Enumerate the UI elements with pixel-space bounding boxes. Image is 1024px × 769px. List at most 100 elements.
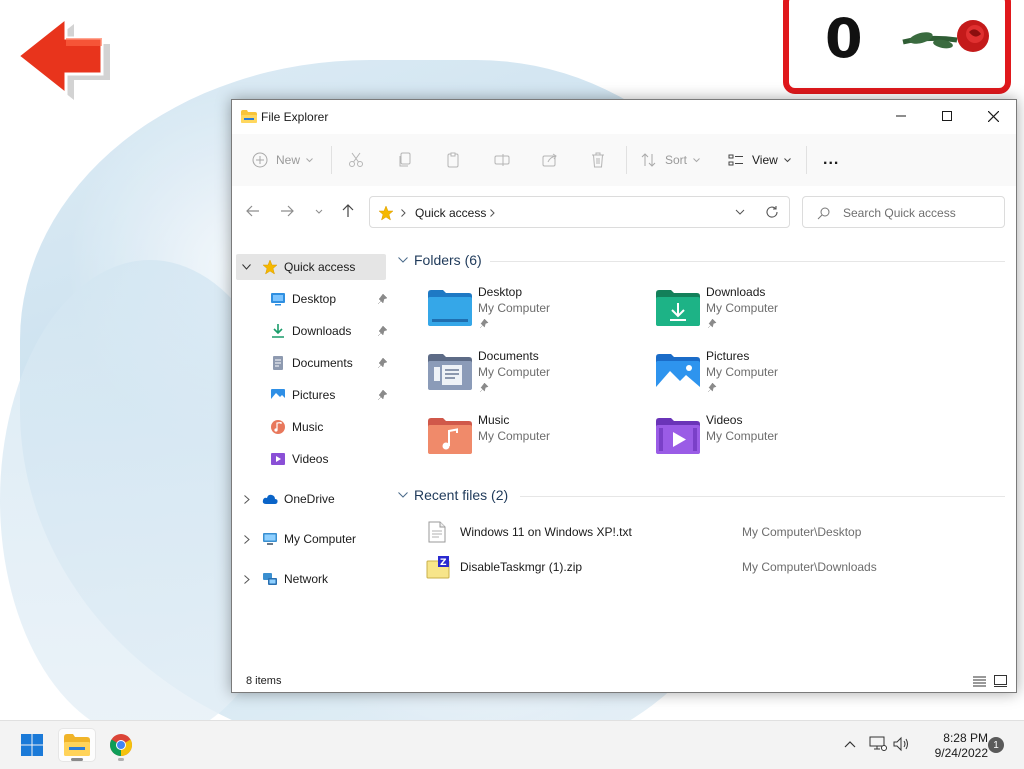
breadcrumb[interactable]: Quick access [415,206,486,220]
sidebar-item-pictures[interactable]: Pictures [236,382,388,408]
folder-tile-desktop[interactable]: Desktop My Computer [428,285,648,341]
rename-button[interactable] [494,148,510,172]
music-folder-icon [428,418,472,454]
paste-button[interactable] [445,148,461,172]
recent-files-header: Recent files (2) [414,487,509,503]
maximize-button[interactable] [924,100,970,132]
folder-tile-pictures[interactable]: Pictures My Computer [656,349,876,405]
svg-text:Z: Z [440,558,447,568]
folder-name: Music [478,413,510,427]
details-view-icon[interactable] [973,676,986,687]
share-button[interactable] [542,148,558,172]
folder-location: My Computer [478,301,551,315]
recent-file-row[interactable]: Z DisableTaskmgr (1).zip My Computer\Dow… [422,553,1002,583]
folder-location: My Computer [706,429,779,443]
new-label: New [276,153,301,167]
chevron-right-icon[interactable] [490,209,495,217]
sidebar-item-music[interactable]: Music [236,414,386,440]
new-button[interactable]: New [252,148,313,172]
cut-button[interactable] [348,148,364,172]
sidebar-item-downloads[interactable]: Downloads [236,318,388,344]
show-hidden-icons-icon[interactable] [844,740,856,748]
sidebar-item-label: Videos [292,452,329,466]
clock-date: 9/24/2022 [934,746,988,760]
close-button[interactable] [970,100,1016,132]
recent-file-row[interactable]: Windows 11 on Windows XP!.txt My Compute… [422,518,1002,548]
chevron-right-icon[interactable] [244,495,250,504]
folder-tile-documents[interactable]: Documents My Computer [428,349,648,405]
chevron-right-icon [401,209,406,217]
chevron-down-icon [783,157,791,162]
documents-folder-icon [428,354,472,390]
section-divider [520,496,1005,497]
notification-badge[interactable]: 1 [988,737,1004,753]
recent-locations-icon[interactable] [315,209,323,215]
sidebar-item-network[interactable]: Network [236,566,386,592]
folders-section-toggle[interactable]: Folders (6) [398,252,482,268]
trash-icon [592,152,604,168]
minimize-button[interactable] [878,100,924,132]
plus-circle-icon [252,152,268,168]
up-arrow-icon[interactable] [341,204,355,218]
search-box[interactable]: Search Quick access [802,196,1005,228]
address-history-icon[interactable] [735,209,745,215]
back-icon[interactable] [246,204,260,218]
copy-button[interactable] [397,148,413,172]
search-input[interactable]: Search Quick access [843,206,956,220]
folder-location: My Computer [478,365,551,379]
chevron-right-icon[interactable] [244,535,250,544]
file-name: Windows 11 on Windows XP!.txt [460,525,632,539]
chevron-down-icon [398,492,408,498]
sidebar-item-documents[interactable]: Documents [236,350,388,376]
cloud-icon [262,494,278,504]
star-icon [378,205,394,221]
folder-tile-videos[interactable]: Videos My Computer [656,413,876,469]
sidebar-item-my-computer[interactable]: My Computer [236,526,386,552]
sidebar-item-label: Documents [292,356,353,370]
running-indicator [118,758,124,761]
back-arrow-icon[interactable] [16,14,112,100]
more-options-button[interactable]: ... [823,148,839,172]
sidebar-item-label: Quick access [284,260,356,274]
start-button[interactable] [14,729,50,761]
sidebar-item-label: My Computer [284,532,357,546]
sort-button[interactable]: Sort [641,148,700,172]
file-location: My Computer\Downloads [742,560,877,574]
sidebar-item-quick-access[interactable]: Quick access [236,254,386,280]
network-status-icon[interactable] [869,736,887,752]
file-name: DisableTaskmgr (1).zip [460,560,583,574]
forward-icon[interactable] [280,204,294,218]
sidebar-item-label: Downloads [292,324,352,338]
taskbar-file-explorer[interactable] [59,729,95,761]
pin-icon [378,325,388,337]
folders-header: Folders (6) [414,252,482,268]
address-bar[interactable]: Quick access [369,196,790,228]
system-clock[interactable]: 8:28 PM 9/24/2022 [918,731,988,761]
chevron-right-icon[interactable] [244,575,250,584]
pictures-folder-icon [656,354,700,390]
refresh-icon[interactable] [765,205,779,219]
folder-tile-music[interactable]: Music My Computer [428,413,648,469]
sidebar-item-onedrive[interactable]: OneDrive [236,486,386,512]
recent-files-section-toggle[interactable]: Recent files (2) [398,487,508,503]
volume-icon[interactable] [893,736,911,752]
scissors-icon [349,152,363,167]
folder-tile-downloads[interactable]: Downloads My Computer [656,285,876,341]
sidebar-item-videos[interactable]: Videos [236,446,386,472]
view-button[interactable]: View [728,148,791,172]
chevron-down-icon [398,257,408,263]
title-bar[interactable]: File Explorer [232,100,1016,134]
sort-icon [641,153,656,167]
sidebar-item-label: OneDrive [284,492,335,506]
sidebar-item-desktop[interactable]: Desktop [236,286,388,312]
file-location: My Computer\Desktop [742,525,862,539]
window-title: File Explorer [261,110,329,124]
picture-icon [271,389,285,401]
delete-button[interactable] [590,148,606,172]
search-icon [817,207,830,220]
toolbar-divider [331,146,332,174]
chevron-down-icon[interactable] [242,264,251,270]
status-item-count: 8 items [246,675,282,687]
tiles-view-icon[interactable] [994,675,1007,687]
taskbar-chrome[interactable] [103,729,139,761]
